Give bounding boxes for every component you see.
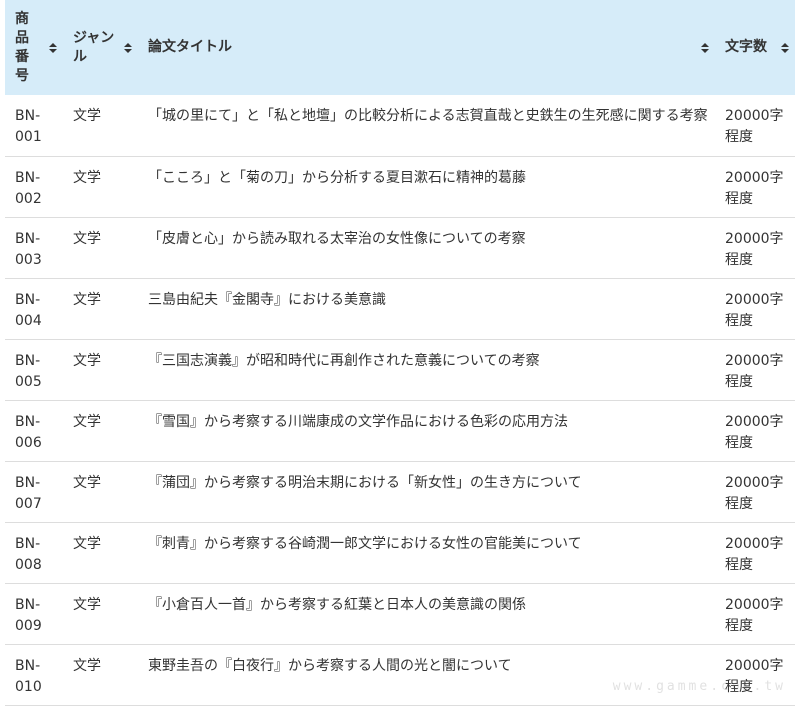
table-row: BN-003 文学 「皮膚と心」から読み取れる太宰治の女性像についての考察 20… [5,217,795,278]
cell-title: 「城の里にて」と「私と地壇」の比較分析による志賀直哉と史鉄生の生死感に関する考察 [148,108,708,124]
header-id-label: 商品番号 [15,10,29,84]
header-count-label: 文字数 [725,39,767,55]
table-row: BN-009 文学 『小倉百人一首』から考察する紅葉と日本人の美意識の関係 20… [5,583,795,644]
cell-genre: 文学 [73,169,101,186]
product-id: BN-007 [15,474,42,512]
char-count: 20000字程度 [725,535,784,573]
product-id: BN-003 [15,230,42,268]
cell-count: 20000字程度 [715,339,795,400]
cell-id: BN-009 [5,583,63,644]
header-genre-label: ジャンル [73,29,115,65]
cell-count: 20000字程度 [715,644,795,705]
cell-id: BN-005 [5,339,63,400]
cell-title: 三島由紀夫『金閣寺』における美意識 [148,291,386,308]
sort-icon[interactable] [123,42,132,53]
char-count: 20000字程度 [725,169,784,207]
header-genre[interactable]: ジャンル [63,0,138,95]
table-row: BN-002 文学 「こころ」と「菊の刀」から分析する夏目漱石に精神的葛藤 20… [5,156,795,217]
sort-icon[interactable] [780,42,789,53]
header-title[interactable]: 論文タイトル [138,0,715,95]
product-id: BN-001 [15,108,42,145]
cell-count: 20000字程度 [715,522,795,583]
cell-genre: 文学 [73,291,101,308]
cell-genre: 文学 [73,596,101,613]
table-row: BN-005 文学 『三国志演義』が昭和時代に再創作された意義についての考察 2… [5,339,795,400]
cell-count: 20000字程度 [715,278,795,339]
cell-count: 20000字程度 [715,461,795,522]
header-count[interactable]: 文字数 [715,0,795,95]
char-count: 20000字程度 [725,230,784,268]
cell-count: 20000字程度 [715,217,795,278]
table-row: BN-010 文学 東野圭吾の『白夜行』から考察する人間の光と闇について 200… [5,644,795,705]
char-count: 20000字程度 [725,657,784,695]
cell-count: 20000字程度 [715,583,795,644]
cell-id: BN-004 [5,278,63,339]
cell-title: 『三国志演義』が昭和時代に再創作された意義についての考察 [148,352,540,369]
cell-id: BN-007 [5,461,63,522]
char-count: 20000字程度 [725,352,784,390]
cell-genre: 文学 [73,657,101,674]
char-count: 20000字程度 [725,474,784,512]
cell-count: 20000字程度 [715,156,795,217]
page: 商品番号 ジャンル 論文タイトル 文字数 BN-001 文学 「城の里にて」と「… [0,0,800,706]
cell-genre: 文学 [73,535,101,552]
product-id: BN-004 [15,291,42,329]
cell-id: BN-003 [5,217,63,278]
cell-title: 「こころ」と「菊の刀」から分析する夏目漱石に精神的葛藤 [148,169,526,186]
table-body: BN-001 文学 「城の里にて」と「私と地壇」の比較分析による志賀直哉と史鉄生… [5,95,795,705]
product-id: BN-002 [15,169,42,207]
table-row: BN-001 文学 「城の里にて」と「私と地壇」の比較分析による志賀直哉と史鉄生… [5,95,795,156]
cell-title: 『刺青』から考察する谷崎潤一郎文学における女性の官能美について [148,535,582,552]
cell-count: 20000字程度 [715,95,795,156]
cell-id: BN-010 [5,644,63,705]
cell-title: 東野圭吾の『白夜行』から考察する人間の光と闇について [148,657,512,674]
table-row: BN-008 文学 『刺青』から考察する谷崎潤一郎文学における女性の官能美につい… [5,522,795,583]
cell-count: 20000字程度 [715,400,795,461]
cell-genre: 文学 [73,108,101,124]
char-count: 20000字程度 [725,291,784,329]
cell-id: BN-006 [5,400,63,461]
sort-icon[interactable] [48,42,57,53]
sort-icon[interactable] [700,42,709,53]
header-id[interactable]: 商品番号 [5,0,63,95]
table-row: BN-007 文学 『蒲団』から考察する明治末期における「新女性」の生き方につい… [5,461,795,522]
product-table: 商品番号 ジャンル 論文タイトル 文字数 BN-001 文学 「城の里にて」と「… [5,0,795,706]
product-id: BN-009 [15,596,42,634]
header-row: 商品番号 ジャンル 論文タイトル 文字数 [5,0,795,95]
table-row: BN-004 文学 三島由紀夫『金閣寺』における美意識 20000字程度 [5,278,795,339]
char-count: 20000字程度 [725,596,784,634]
cell-title: 『雪国』から考察する川端康成の文学作品における色彩の応用方法 [148,413,568,430]
cell-id: BN-002 [5,156,63,217]
header-title-label: 論文タイトル [148,39,232,55]
product-id: BN-010 [15,657,42,695]
cell-id: BN-008 [5,522,63,583]
product-id: BN-005 [15,352,42,390]
char-count: 20000字程度 [725,108,784,145]
cell-genre: 文学 [73,352,101,369]
table-row: BN-006 文学 『雪国』から考察する川端康成の文学作品における色彩の応用方法… [5,400,795,461]
product-id: BN-006 [15,413,42,451]
cell-genre: 文学 [73,474,101,491]
cell-title: 『蒲団』から考察する明治末期における「新女性」の生き方について [148,474,582,491]
char-count: 20000字程度 [725,413,784,451]
product-id: BN-008 [15,535,42,573]
cell-title: 「皮膚と心」から読み取れる太宰治の女性像についての考察 [148,230,526,247]
cell-genre: 文学 [73,413,101,430]
table-header: 商品番号 ジャンル 論文タイトル 文字数 [5,0,795,95]
cell-id: BN-001 [5,95,63,156]
cell-genre: 文学 [73,230,101,247]
cell-title: 『小倉百人一首』から考察する紅葉と日本人の美意識の関係 [148,596,526,613]
